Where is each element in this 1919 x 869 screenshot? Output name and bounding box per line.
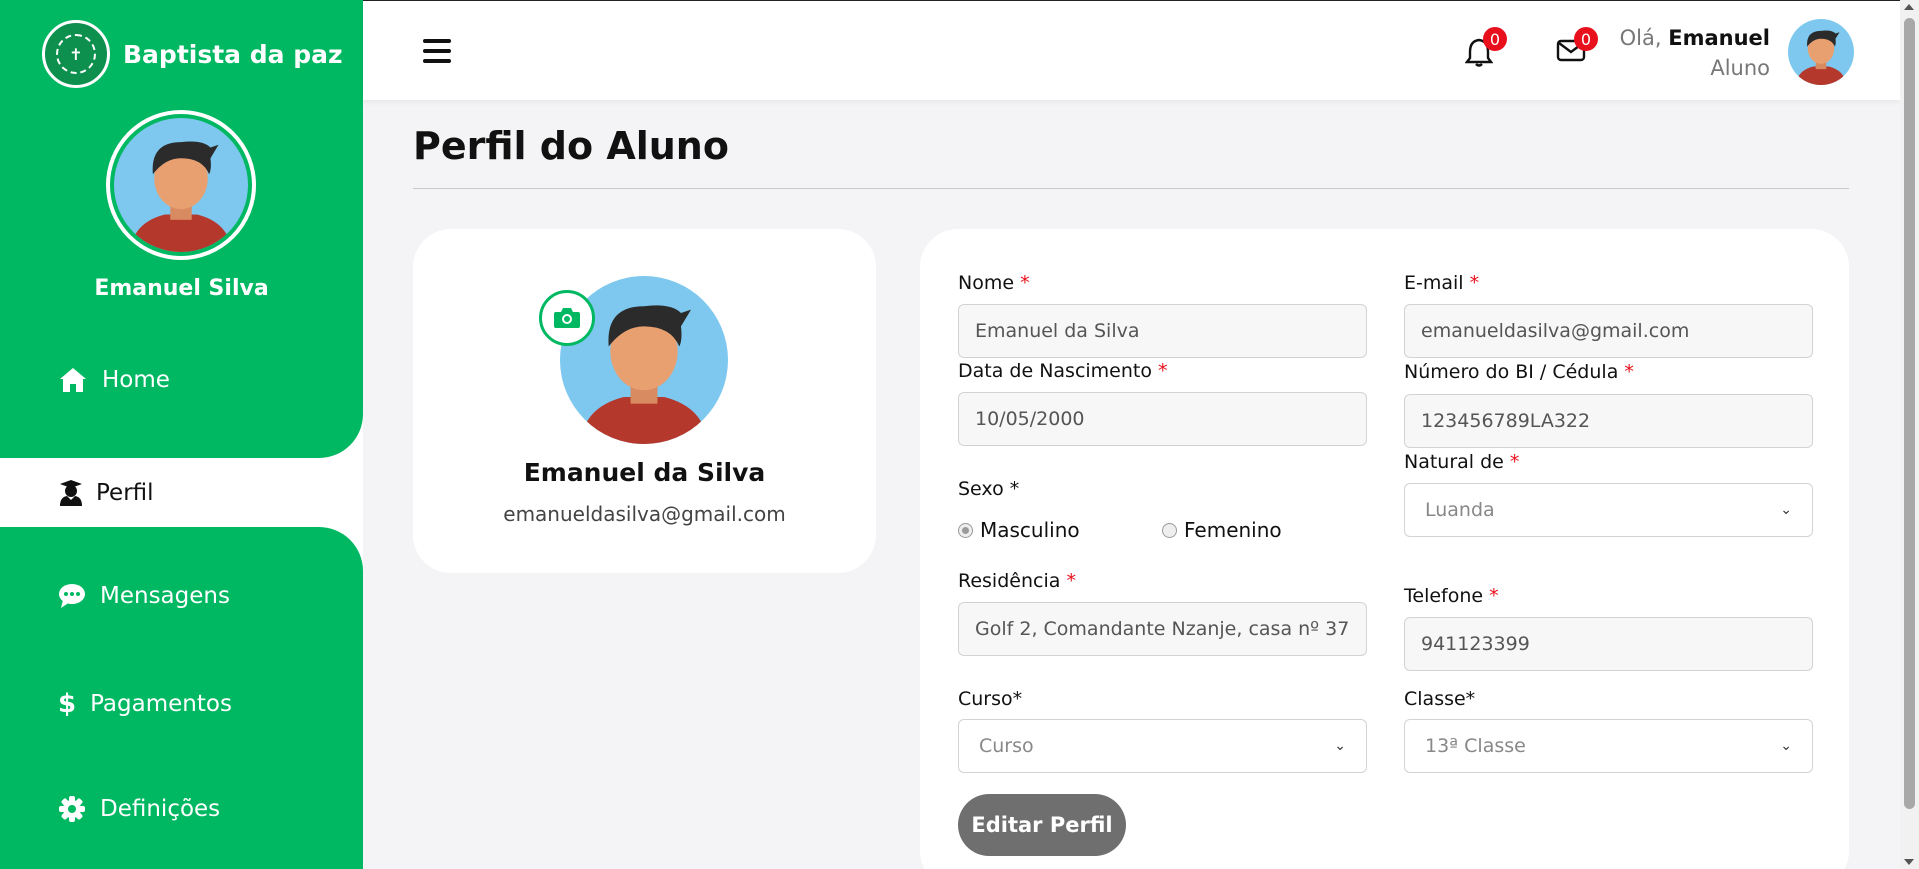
natural-label: Natural de * xyxy=(1404,451,1520,473)
nome-input[interactable]: Emanuel da Silva xyxy=(958,304,1367,358)
sidebar-item-label: Definições xyxy=(100,796,221,822)
topbar: 0 0 Olá, Emanuel Aluno xyxy=(363,0,1900,100)
change-photo-button[interactable] xyxy=(539,290,595,346)
profile-card: Emanuel da Silva emanueldasilva@gmail.co… xyxy=(413,229,876,573)
scroll-down-icon[interactable] xyxy=(1904,859,1914,865)
user-avatar-icon xyxy=(114,118,248,252)
curso-label: Curso* xyxy=(958,688,1023,710)
classe-label: Classe* xyxy=(1404,688,1476,710)
page-title: Perfil do Aluno xyxy=(413,124,729,168)
classe-select[interactable]: 13ª Classe ⌄ xyxy=(1404,719,1813,773)
camera-icon xyxy=(554,308,580,328)
page-scrollbar[interactable] xyxy=(1900,0,1919,869)
sexo-label: Sexo * xyxy=(958,478,1020,500)
bi-input[interactable]: 123456789LA322 xyxy=(1404,394,1813,448)
chevron-down-icon: ⌄ xyxy=(1334,738,1346,754)
notifications-button[interactable]: 0 xyxy=(1464,27,1507,67)
gear-icon xyxy=(59,796,85,822)
sidebar-item-mensagens[interactable]: Mensagens xyxy=(58,583,230,609)
residencia-label: Residência * xyxy=(958,570,1076,592)
scroll-up-icon[interactable] xyxy=(1904,4,1914,10)
residencia-input[interactable]: Golf 2, Comandante Nzanje, casa nº 37 xyxy=(958,602,1367,656)
chat-icon xyxy=(59,584,85,608)
home-icon xyxy=(60,368,86,392)
chevron-down-icon: ⌄ xyxy=(1780,738,1792,754)
chevron-down-icon: ⌄ xyxy=(1780,502,1792,518)
greeting-user-name: Emanuel xyxy=(1668,26,1770,50)
telefone-input[interactable]: 941123399 xyxy=(1404,617,1813,671)
notifications-badge: 0 xyxy=(1483,27,1507,51)
greeting-text: Olá, xyxy=(1619,26,1662,50)
radio-checked-icon xyxy=(958,522,973,538)
sidebar-item-pagamentos[interactable]: $ Pagamentos xyxy=(58,689,232,719)
school-logo-icon: ✝ xyxy=(42,20,110,88)
sidebar-item-definicoes[interactable]: Definições xyxy=(58,795,220,823)
curso-select[interactable]: Curso ⌄ xyxy=(958,719,1367,773)
scrollbar-thumb[interactable] xyxy=(1904,18,1915,809)
sidebar: ✝ Baptista da paz Emanuel Silva Home Per… xyxy=(0,0,363,869)
messages-button[interactable]: 0 xyxy=(1556,27,1598,67)
nascimento-input[interactable]: 10/05/2000 xyxy=(958,392,1367,446)
sidebar-item-label: Perfil xyxy=(96,479,154,506)
brand[interactable]: ✝ Baptista da paz xyxy=(42,20,343,88)
messages-badge: 0 xyxy=(1574,27,1598,51)
dollar-icon: $ xyxy=(58,689,77,719)
title-divider xyxy=(413,188,1849,189)
user-avatar[interactable] xyxy=(1788,19,1854,85)
sidebar-avatar xyxy=(106,110,256,260)
sidebar-item-label: Pagamentos xyxy=(90,691,232,717)
sidebar-item-label: Home xyxy=(102,367,170,393)
sidebar-item-perfil[interactable]: Perfil xyxy=(20,458,363,527)
radio-unchecked-icon xyxy=(1162,522,1177,538)
sidebar-top-panel: ✝ Baptista da paz Emanuel Silva Home xyxy=(0,0,363,458)
edit-profile-button[interactable]: Editar Perfil xyxy=(958,794,1126,856)
natural-select[interactable]: Luanda ⌄ xyxy=(1404,483,1813,537)
user-avatar-icon xyxy=(1788,19,1854,85)
user-role: Aluno xyxy=(1710,56,1770,80)
brand-name: Baptista da paz xyxy=(123,39,343,69)
profile-name: Emanuel da Silva xyxy=(523,458,766,487)
profile-email: emanueldasilva@gmail.com xyxy=(503,502,786,526)
sidebar-username: Emanuel Silva xyxy=(94,276,269,301)
telefone-label: Telefone * xyxy=(1404,585,1499,607)
user-greeting: Olá, Emanuel Aluno xyxy=(1620,23,1770,83)
sexo-masculino-radio[interactable]: Masculino xyxy=(958,518,1080,542)
nome-label: Nome * xyxy=(958,272,1030,294)
email-input[interactable]: emanueldasilva@gmail.com xyxy=(1404,304,1813,358)
sidebar-item-home[interactable]: Home xyxy=(58,366,170,394)
sidebar-item-label: Mensagens xyxy=(100,583,230,609)
profile-form: Nome * Emanuel da Silva E-mail * emanuel… xyxy=(920,229,1849,869)
menu-toggle-icon[interactable] xyxy=(423,39,451,63)
email-label: E-mail * xyxy=(1404,272,1480,294)
bi-label: Número do BI / Cédula * xyxy=(1404,361,1634,383)
student-icon xyxy=(60,479,82,506)
nascimento-label: Data de Nascimento * xyxy=(958,360,1168,382)
sexo-femenino-radio[interactable]: Femenino xyxy=(1162,518,1282,542)
sidebar-bottom-panel: Mensagens $ Pagamentos Definições xyxy=(0,527,363,869)
